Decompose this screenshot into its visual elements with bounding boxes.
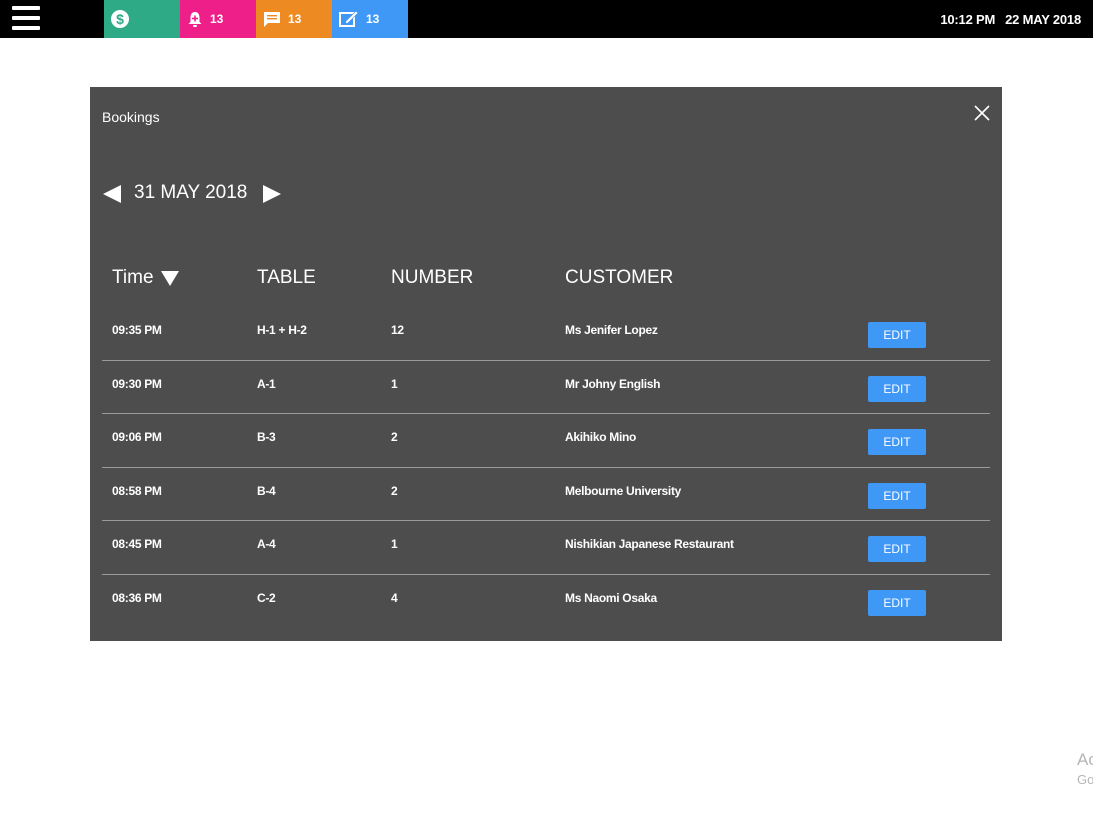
modal-title: Bookings	[102, 109, 160, 125]
sort-descending-icon	[160, 271, 179, 286]
booking-time: 08:36 PM	[112, 590, 162, 605]
current-date: 31 MAY 2018	[134, 182, 248, 203]
watermark-line-2: Go	[1077, 772, 1093, 787]
booking-table: C-2	[257, 590, 276, 605]
edit-button[interactable]: EDIT	[868, 429, 926, 456]
booking-number: 1	[391, 376, 398, 391]
column-time-label: Time	[112, 267, 154, 288]
alerts-count: 13	[210, 12, 224, 26]
edit-button[interactable]: EDIT	[868, 536, 926, 563]
booking-time: 08:45 PM	[112, 537, 162, 552]
booking-customer: Mr Johny English	[565, 376, 661, 391]
money-tile[interactable]: $	[104, 0, 180, 38]
booking-table: B-4	[257, 483, 276, 498]
tasks-count: 13	[366, 12, 380, 26]
bookings-table-header: Time TABLE NUMBER CUSTOMER	[102, 267, 990, 295]
edit-button[interactable]: EDIT	[868, 482, 926, 509]
booking-time: 09:06 PM	[112, 430, 162, 445]
table-row: 08:45 PM A-4 1 Nishikian Japanese Restau…	[102, 521, 990, 575]
edit-button[interactable]: EDIT	[868, 322, 926, 348]
booking-table: H-1 + H-2	[257, 323, 307, 337]
column-header-customer: CUSTOMER	[565, 267, 674, 288]
edit-button[interactable]: EDIT	[868, 375, 926, 402]
booking-table: B-3	[257, 430, 276, 445]
edit-note-icon	[338, 9, 360, 29]
messages-count: 13	[288, 12, 302, 26]
clock: 10:12 PM 22 MAY 2018	[940, 12, 1081, 27]
tasks-tile[interactable]: 13	[332, 0, 408, 38]
table-row: 08:36 PM C-2 4 Ms Naomi Osaka EDIT	[102, 575, 990, 629]
clock-time: 10:12 PM	[940, 12, 996, 27]
booking-table: A-4	[257, 537, 276, 552]
booking-number: 12	[391, 323, 404, 337]
next-date-icon[interactable]	[262, 184, 282, 204]
dollar-icon: $	[110, 9, 130, 29]
booking-customer: Ms Jenifer Lopez	[565, 323, 658, 337]
clock-date: 22 MAY 2018	[1005, 12, 1081, 27]
top-bar: $ 13 13 13 10:12 PM 22 MAY 2018	[0, 0, 1093, 38]
booking-table: A-1	[257, 376, 276, 391]
booking-time: 09:30 PM	[112, 376, 162, 391]
watermark-line-1: Ac	[1077, 750, 1093, 769]
booking-customer: Ms Naomi Osaka	[565, 590, 657, 605]
booking-number: 1	[391, 537, 398, 552]
booking-time: 09:35 PM	[112, 323, 162, 337]
bookings-table-body: 09:35 PM H-1 + H-2 12 Ms Jenifer Lopez E…	[102, 307, 990, 629]
hamburger-menu-icon[interactable]	[12, 5, 40, 31]
previous-date-icon[interactable]	[102, 184, 122, 204]
svg-text:$: $	[116, 11, 124, 27]
table-row: 09:30 PM A-1 1 Mr Johny English EDIT	[102, 361, 990, 415]
booking-number: 4	[391, 590, 398, 605]
alert-icon	[186, 10, 204, 28]
booking-customer: Nishikian Japanese Restaurant	[565, 537, 734, 552]
alerts-tile[interactable]: 13	[180, 0, 256, 38]
edit-button[interactable]: EDIT	[868, 589, 926, 616]
column-header-number: NUMBER	[391, 267, 474, 288]
close-icon[interactable]	[974, 105, 990, 121]
column-header-time[interactable]: Time	[112, 267, 180, 289]
booking-time: 08:58 PM	[112, 483, 162, 498]
booking-number: 2	[391, 483, 398, 498]
booking-customer: Melbourne University	[565, 483, 682, 498]
booking-number: 2	[391, 430, 398, 445]
booking-customer: Akihiko Mino	[565, 430, 637, 445]
column-header-table: TABLE	[257, 267, 316, 288]
activation-watermark: Ac Go	[1077, 750, 1093, 790]
messages-tile[interactable]: 13	[256, 0, 332, 38]
table-row: 08:58 PM B-4 2 Melbourne University EDIT	[102, 468, 990, 522]
table-row: 09:35 PM H-1 + H-2 12 Ms Jenifer Lopez E…	[102, 307, 990, 361]
bookings-modal: Bookings 31 MAY 2018 Time TABLE NUMBER C…	[90, 87, 1002, 641]
table-row: 09:06 PM B-3 2 Akihiko Mino EDIT	[102, 414, 990, 468]
message-icon	[262, 10, 282, 28]
